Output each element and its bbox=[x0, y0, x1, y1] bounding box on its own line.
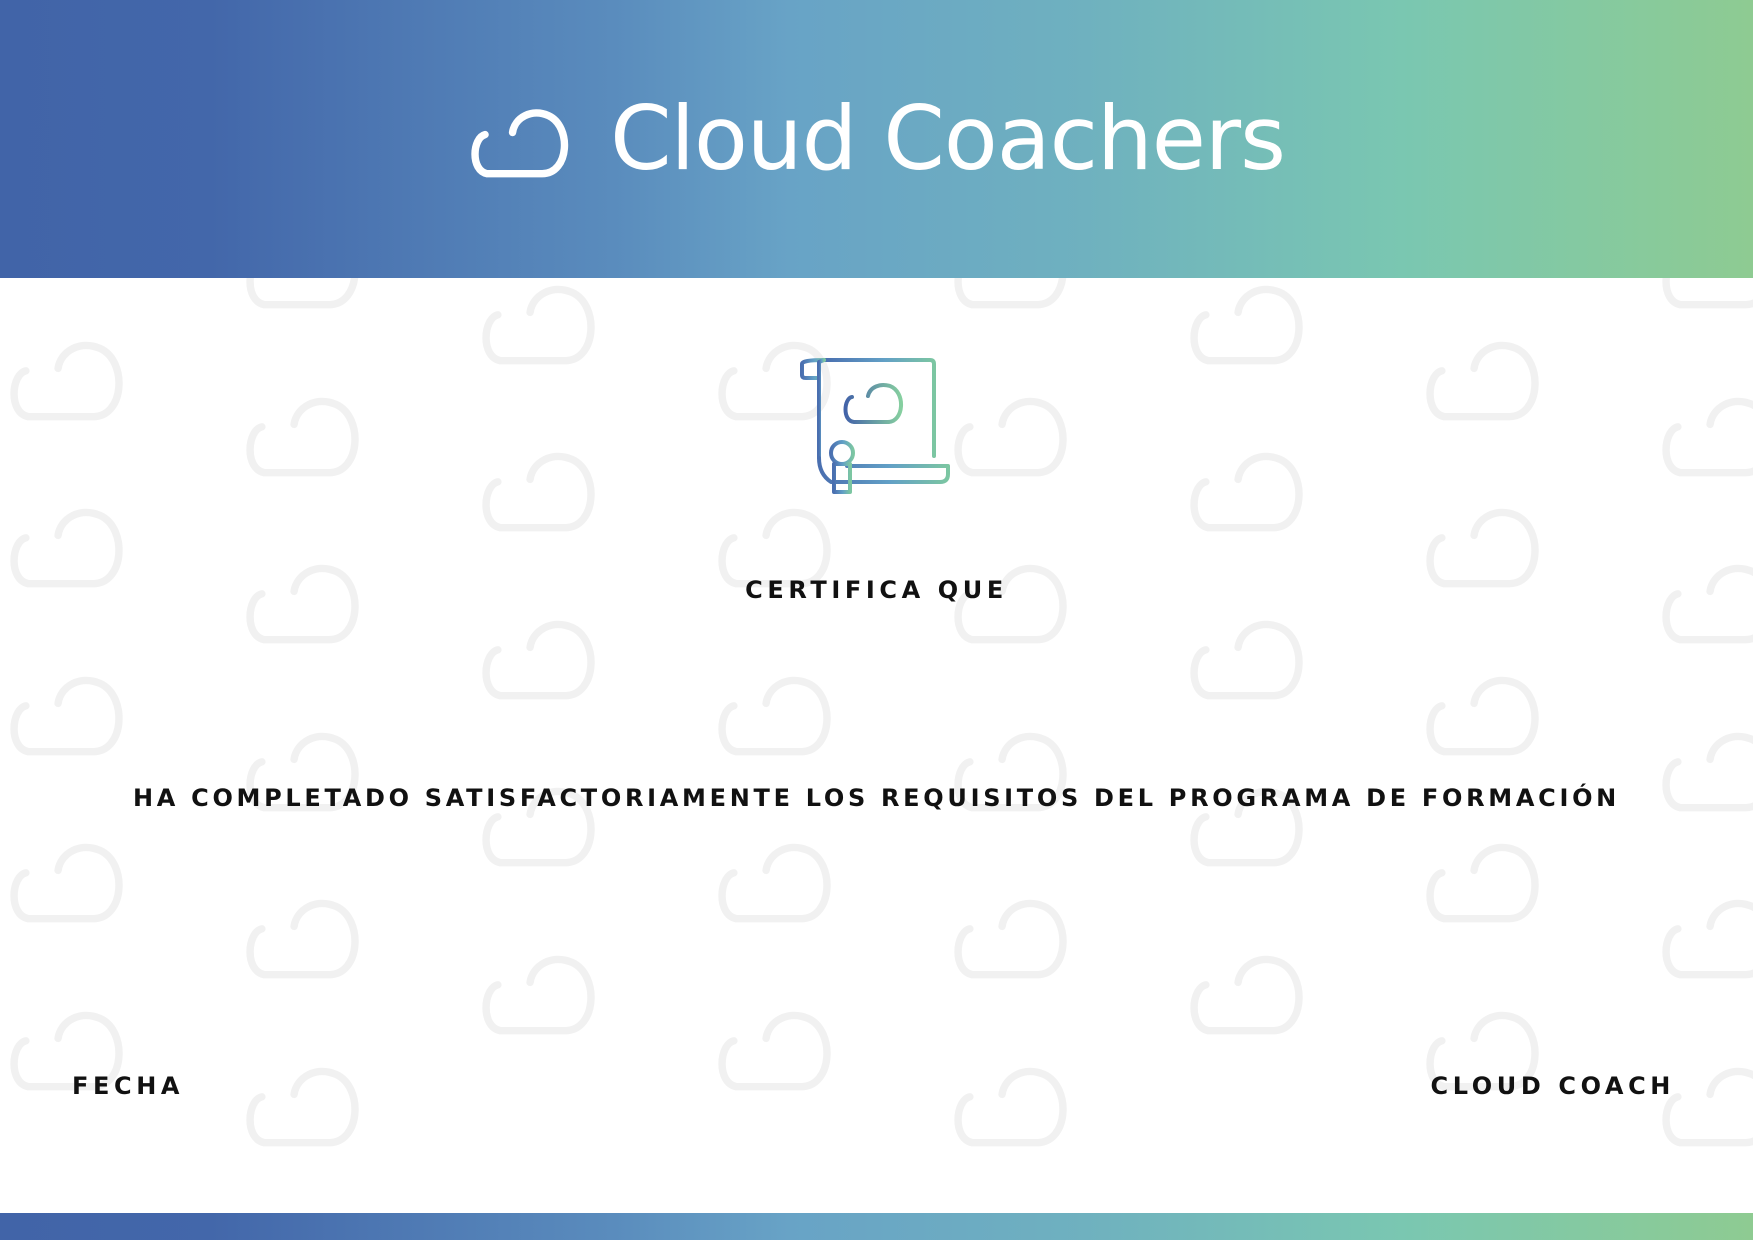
date-label: FECHA bbox=[72, 1072, 185, 1100]
watermark-cloud-icon bbox=[958, 1071, 1063, 1142]
watermark-cloud-icon bbox=[722, 847, 827, 918]
watermark-cloud-icon bbox=[722, 512, 827, 583]
cloud-icon bbox=[471, 109, 569, 178]
watermark-cloud-icon bbox=[14, 345, 119, 416]
header-banner: Cloud Coachers bbox=[0, 0, 1753, 278]
watermark-cloud-icon bbox=[958, 278, 1063, 305]
watermark-cloud-icon bbox=[250, 401, 355, 472]
watermark-cloud-icon bbox=[958, 903, 1063, 974]
footer-bar bbox=[0, 1213, 1753, 1240]
watermark-cloud-icon bbox=[486, 624, 591, 695]
watermark-cloud-icon bbox=[14, 512, 119, 583]
watermark-cloud-icon bbox=[250, 1071, 355, 1142]
watermark-cloud-icon bbox=[722, 1015, 827, 1086]
watermark-cloud-icon bbox=[958, 401, 1063, 472]
watermark-cloud-icon bbox=[486, 959, 591, 1030]
watermark-cloud-icon bbox=[14, 847, 119, 918]
watermark-cloud-icon bbox=[1430, 345, 1535, 416]
watermark-cloud-icon bbox=[486, 456, 591, 527]
watermark-cloud-icon bbox=[14, 680, 119, 751]
watermark-cloud-icon bbox=[1430, 680, 1535, 751]
watermark-cloud-icon bbox=[1430, 512, 1535, 583]
brand-name: Cloud Coachers bbox=[610, 87, 1286, 190]
watermark-cloud-icon bbox=[1666, 903, 1753, 974]
signatory-label: CLOUD COACH bbox=[1430, 1072, 1675, 1100]
watermark-cloud-icon bbox=[1666, 401, 1753, 472]
watermark-cloud-icon bbox=[250, 903, 355, 974]
certifies-label: CERTIFICA QUE bbox=[745, 576, 1008, 604]
watermark-cloud-icon bbox=[1194, 456, 1299, 527]
watermark-cloud-icon bbox=[250, 278, 355, 305]
certificate-scroll-icon bbox=[800, 358, 950, 494]
watermark-cloud-icon bbox=[1666, 278, 1753, 305]
watermark-cloud-icon bbox=[1194, 289, 1299, 360]
watermark-cloud-icon bbox=[486, 289, 591, 360]
watermark-cloud-icon bbox=[1430, 847, 1535, 918]
completion-statement: HA COMPLETADO SATISFACTORIAMENTE LOS REQ… bbox=[133, 784, 1620, 812]
watermark-cloud-icon bbox=[1194, 959, 1299, 1030]
watermark-cloud-icon bbox=[722, 680, 827, 751]
watermark-cloud-icon bbox=[1194, 624, 1299, 695]
brand: Cloud Coachers bbox=[0, 0, 1753, 278]
watermark-cloud-icon bbox=[1666, 1071, 1753, 1142]
